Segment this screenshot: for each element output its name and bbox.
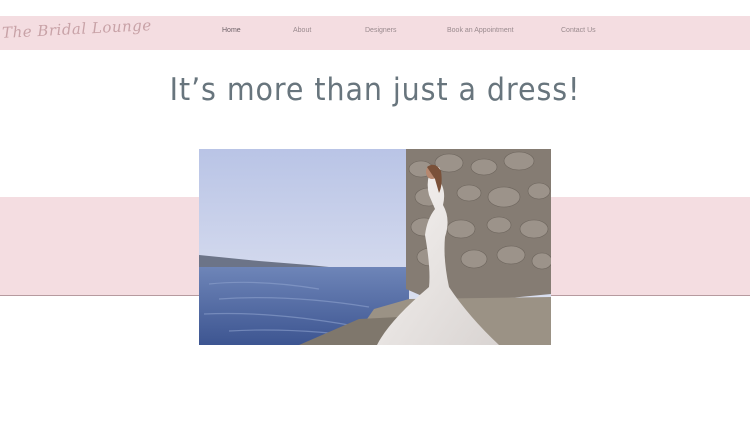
hero-image <box>199 149 551 345</box>
nav-item-contact-us[interactable]: Contact Us <box>561 27 596 34</box>
nav-item-designers[interactable]: Designers <box>365 27 397 34</box>
site-logo[interactable]: The Bridal Lounge <box>2 16 152 42</box>
bride-by-sea-image <box>199 149 551 345</box>
navigation-bar: The Bridal Lounge Home About Designers B… <box>0 16 750 50</box>
nav-item-about[interactable]: About <box>293 27 311 34</box>
hero-title: It’s more than just a dress! <box>169 72 581 108</box>
nav-item-home[interactable]: Home <box>222 27 241 34</box>
nav-item-book-appointment[interactable]: Book an Appointment <box>447 27 514 34</box>
